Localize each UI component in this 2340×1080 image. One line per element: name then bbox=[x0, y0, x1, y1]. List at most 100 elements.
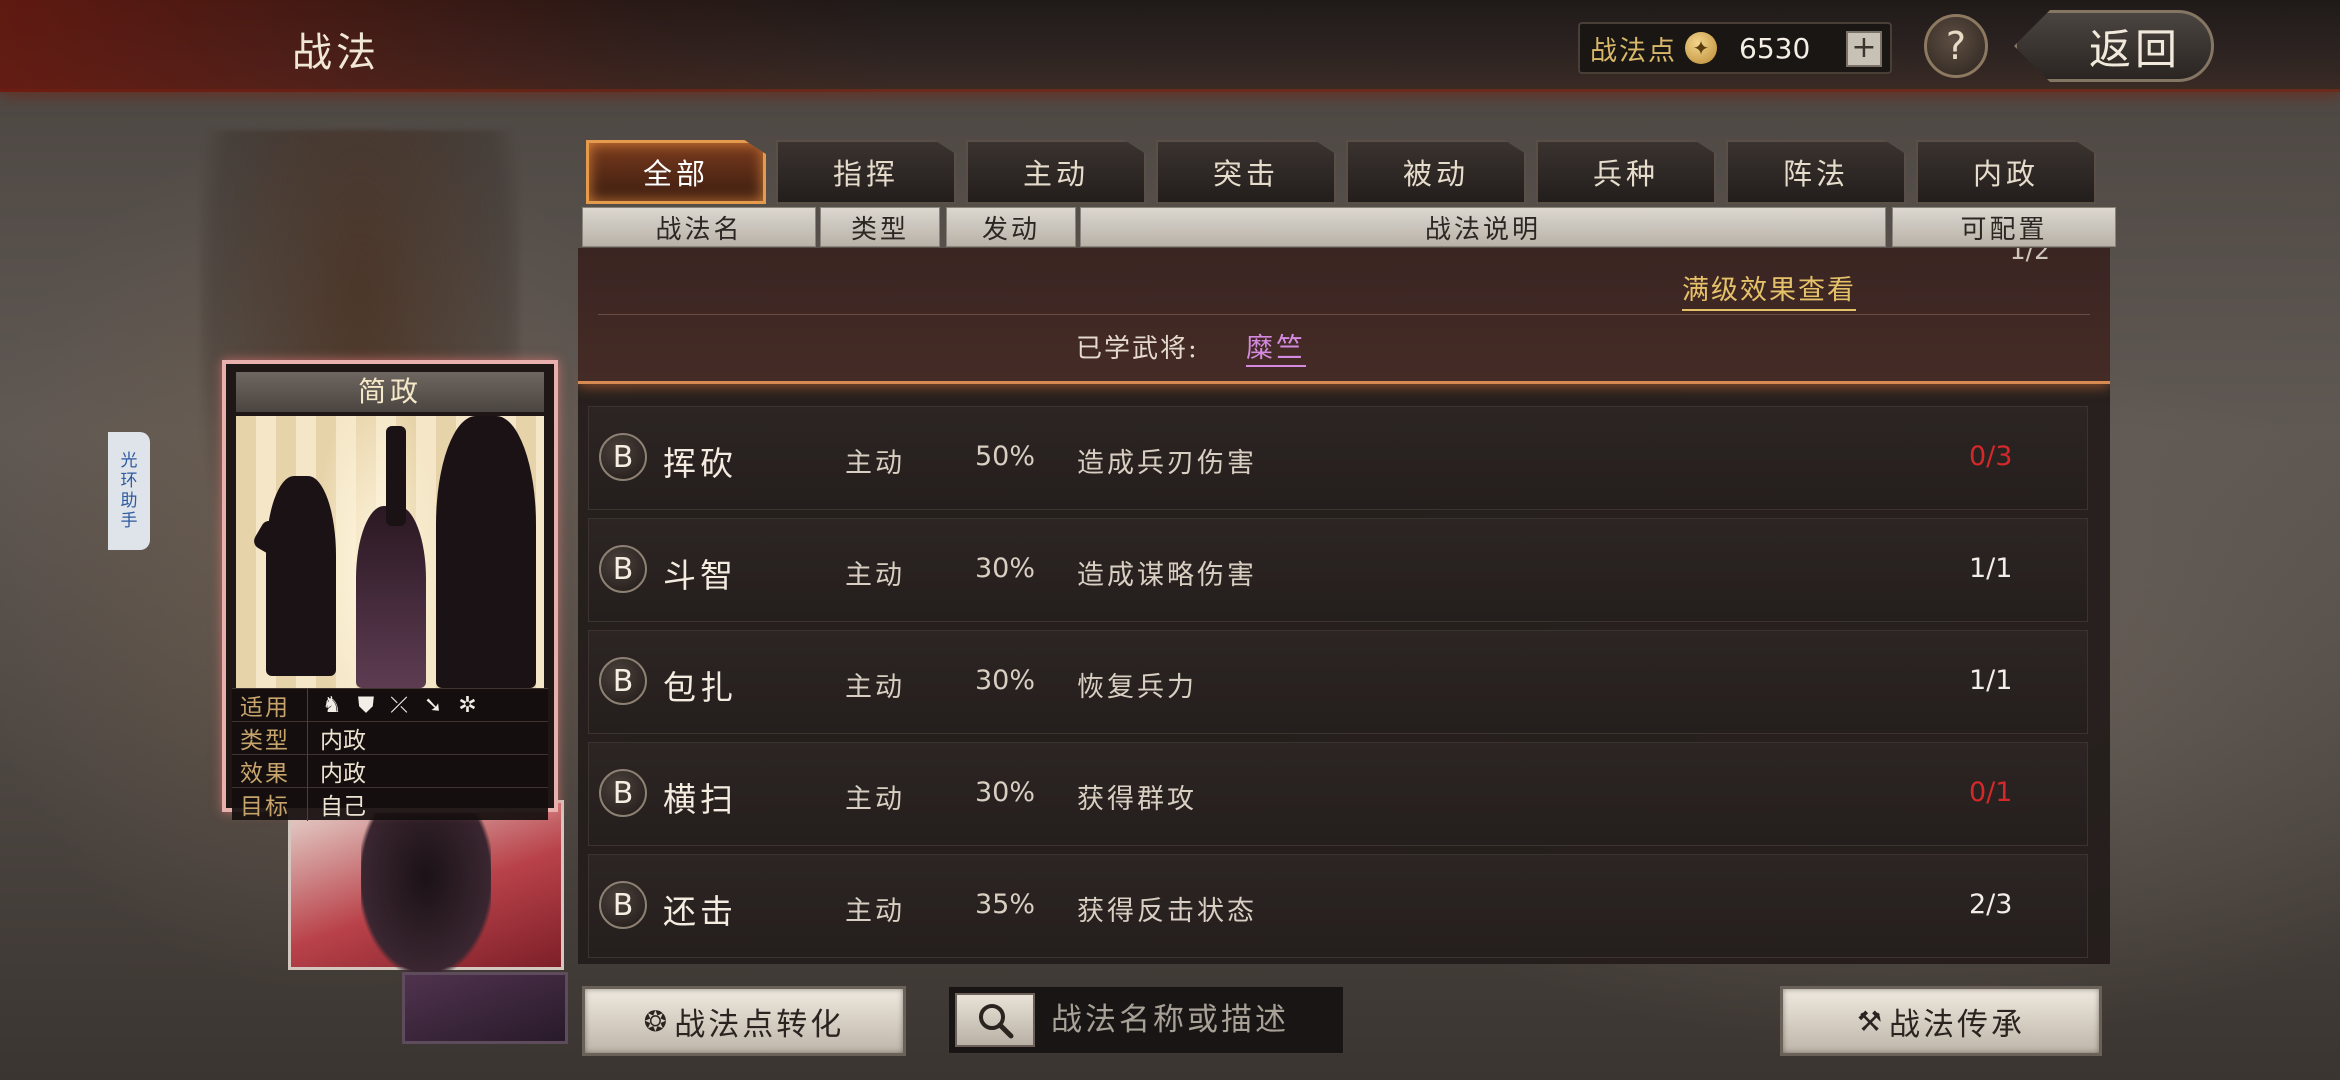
grade-badge: B bbox=[599, 545, 647, 593]
shield-icon: ⛊ bbox=[357, 692, 375, 718]
stat-key: 效果 bbox=[232, 754, 308, 788]
tab-formation[interactable]: 阵法 bbox=[1726, 140, 1906, 204]
hammer-icon: ⚒ bbox=[1856, 1004, 1886, 1038]
tab-assault[interactable]: 突击 bbox=[1156, 140, 1336, 204]
page-title: 战法 bbox=[292, 30, 380, 76]
assistant-tab-char: 手 bbox=[120, 511, 138, 531]
skill-type: 主动 bbox=[845, 896, 905, 927]
spear-icon: ➘ bbox=[423, 692, 443, 718]
skill-trigger-rate: 50% bbox=[975, 441, 1036, 472]
grade-badge: B bbox=[599, 881, 647, 929]
tab-troop-type[interactable]: 兵种 bbox=[1536, 140, 1716, 204]
tab-internal-affairs[interactable]: 内政 bbox=[1916, 140, 2096, 204]
skill-description: 造成谋略伤害 bbox=[1077, 560, 1257, 591]
top-bar: 战法 战法点 ✦ 6530 + ? 返回 bbox=[0, 0, 2340, 92]
stat-key: 类型 bbox=[232, 721, 308, 755]
assistant-tab-char: 光 bbox=[120, 451, 138, 471]
tactic-points-box: 战法点 ✦ 6530 + bbox=[1578, 22, 1892, 74]
search-icon bbox=[979, 1004, 1014, 1039]
learned-generals-label: 已学武将: bbox=[1076, 334, 1199, 364]
selected-skill-card[interactable]: 简政 适用 ♞ ⛊ ⤫ ➘ ✲ 类型 内政 效果 内政 目标 自己 bbox=[222, 360, 558, 821]
bow-icon: ⤫ bbox=[390, 692, 408, 718]
skill-trigger-rate: 30% bbox=[975, 665, 1036, 696]
skill-row[interactable]: B 斗智 主动 30% 造成谋略伤害 1/1 bbox=[588, 518, 2088, 622]
assistant-tab-char: 助 bbox=[120, 491, 138, 511]
stat-value: 内政 bbox=[320, 728, 366, 754]
assistant-tab-char: 环 bbox=[120, 471, 138, 491]
skill-name: 横扫 bbox=[663, 780, 737, 819]
skill-description: 恢复兵力 bbox=[1077, 672, 1197, 703]
skill-type: 主动 bbox=[845, 560, 905, 591]
card-title: 简政 bbox=[236, 372, 544, 412]
card-stat-applicable: 适用 ♞ ⛊ ⤫ ➘ ✲ bbox=[232, 688, 548, 722]
card-stat-target: 目标 自己 bbox=[232, 787, 548, 821]
back-button-label: 返回 bbox=[2088, 24, 2181, 74]
skill-row[interactable]: B 还击 主动 35% 获得反击状态 2/3 bbox=[588, 854, 2088, 958]
applicable-units: ♞ ⛊ ⤫ ➘ ✲ bbox=[308, 693, 477, 718]
back-button[interactable]: 返回 bbox=[2014, 10, 2214, 82]
skill-trigger-rate: 30% bbox=[975, 553, 1036, 584]
grade-badge: B bbox=[599, 433, 647, 481]
inherit-skill-label: 战法传承 bbox=[1889, 1006, 2026, 1043]
add-points-button[interactable]: + bbox=[1846, 31, 1882, 67]
tab-passive[interactable]: 被动 bbox=[1346, 140, 1526, 204]
skill-name: 斗智 bbox=[663, 556, 737, 595]
skill-trigger-rate: 35% bbox=[975, 889, 1036, 920]
expanded-skill-detail: 1/2 满级效果查看 已学武将: 糜竺 bbox=[578, 248, 2110, 384]
skill-config-count: 2/3 bbox=[1969, 889, 2013, 920]
learned-general-link[interactable]: 糜竺 bbox=[1246, 326, 1306, 367]
skill-description: 获得反击状态 bbox=[1077, 896, 1257, 927]
skill-list[interactable]: 1/2 满级效果查看 已学武将: 糜竺 B 挥砍 主动 50% 造成兵刃伤害 0… bbox=[578, 248, 2110, 964]
card-stat-type: 类型 内政 bbox=[232, 721, 548, 755]
help-icon: ? bbox=[1945, 24, 1967, 68]
tactic-points-coin-icon: ✦ bbox=[1685, 32, 1717, 64]
skill-row[interactable]: B 包扎 主动 30% 恢复兵力 1/1 bbox=[588, 630, 2088, 734]
skill-config-count: 0/3 bbox=[1969, 441, 2013, 472]
search-input[interactable] bbox=[1051, 1002, 1341, 1038]
detail-divider bbox=[598, 314, 2090, 315]
skill-type: 主动 bbox=[845, 784, 905, 815]
tab-active[interactable]: 主动 bbox=[966, 140, 1146, 204]
skill-description: 获得群攻 bbox=[1077, 784, 1197, 815]
inherit-skill-button[interactable]: ⚒ 战法传承 bbox=[1780, 986, 2102, 1056]
halo-assistant-tab[interactable]: 光 环 助 手 bbox=[108, 432, 150, 550]
column-header-configurable[interactable]: 可配置 bbox=[1892, 207, 2116, 247]
expanded-skill-count: 1/2 bbox=[2009, 248, 2050, 265]
wheel-icon: ✲ bbox=[458, 692, 477, 718]
skill-card-preview-back bbox=[288, 800, 564, 973]
stat-value: 内政 bbox=[320, 761, 366, 787]
column-header-description[interactable]: 战法说明 bbox=[1080, 207, 1886, 247]
flame-icon: ❂ bbox=[643, 1004, 671, 1038]
skill-type: 主动 bbox=[845, 672, 905, 703]
convert-points-button[interactable]: ❂ 战法点转化 bbox=[582, 986, 906, 1056]
tactic-points-value: 6530 bbox=[1739, 31, 1811, 65]
stat-key: 适用 bbox=[232, 688, 308, 722]
stat-key: 目标 bbox=[232, 787, 308, 821]
help-button[interactable]: ? bbox=[1924, 14, 1988, 78]
skill-config-count: 1/1 bbox=[1969, 553, 2013, 584]
column-header-name[interactable]: 战法名 bbox=[582, 207, 816, 247]
tactic-points-label: 战法点 bbox=[1590, 35, 1677, 67]
grade-badge: B bbox=[599, 657, 647, 705]
skill-row[interactable]: B 挥砍 主动 50% 造成兵刃伤害 0/3 bbox=[588, 406, 2088, 510]
convert-points-label: 战法点转化 bbox=[674, 1006, 845, 1043]
column-header-type[interactable]: 类型 bbox=[820, 207, 940, 247]
tab-all[interactable]: 全部 bbox=[586, 140, 766, 204]
grade-badge: B bbox=[599, 769, 647, 817]
search-box bbox=[948, 986, 1344, 1054]
skill-row[interactable]: B 横扫 主动 30% 获得群攻 0/1 bbox=[588, 742, 2088, 846]
card-stats: 适用 ♞ ⛊ ⤫ ➘ ✲ 类型 内政 效果 内政 目标 自己 bbox=[232, 688, 548, 821]
card-illustration bbox=[236, 416, 544, 688]
column-header-trigger[interactable]: 发动 bbox=[946, 207, 1076, 247]
top-bar-glow bbox=[0, 0, 900, 92]
search-button[interactable] bbox=[955, 993, 1035, 1047]
max-level-effect-link[interactable]: 满级效果查看 bbox=[1682, 268, 1856, 311]
tab-command[interactable]: 指挥 bbox=[776, 140, 956, 204]
skill-name: 还击 bbox=[663, 892, 737, 931]
cavalry-icon: ♞ bbox=[322, 692, 342, 718]
skill-config-count: 1/1 bbox=[1969, 665, 2013, 696]
skill-card-preview-back-2 bbox=[402, 972, 568, 1044]
skill-description: 造成兵刃伤害 bbox=[1077, 448, 1257, 479]
skill-name: 挥砍 bbox=[663, 444, 737, 483]
skill-name: 包扎 bbox=[663, 668, 737, 707]
